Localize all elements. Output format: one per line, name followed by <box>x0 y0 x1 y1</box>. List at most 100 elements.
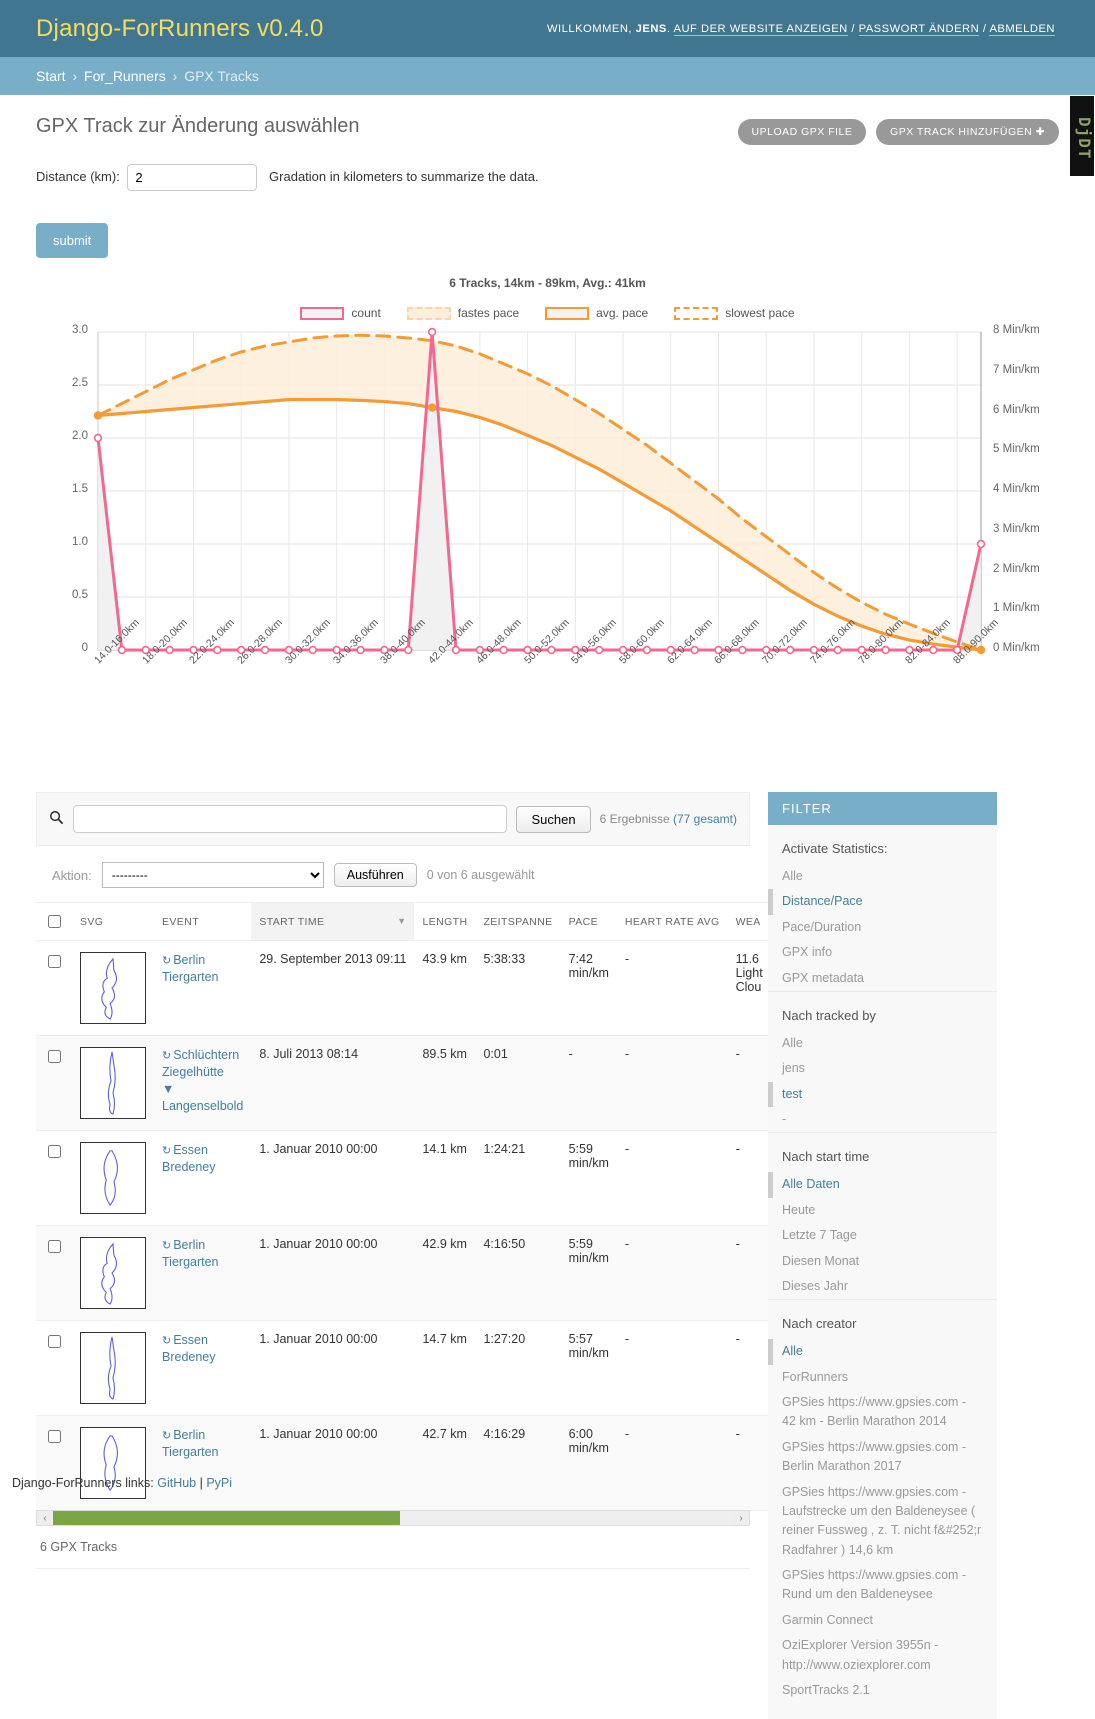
column-header-heart-rate-avg[interactable]: HEART RATE AVG <box>616 902 728 941</box>
filter-option[interactable]: test <box>768 1081 997 1107</box>
filter-option[interactable]: OziExplorer Version 3955n - http://www.o… <box>768 1633 997 1678</box>
table-row[interactable]: ↻ Schlüchtern Ziegelhütte ▼ Langenselbold 8.… <box>36 1035 771 1131</box>
filter-option[interactable]: Garmin Connect <box>768 1608 997 1633</box>
view-site-link[interactable]: AUF DER WEBSITE ANZEIGEN <box>673 22 848 36</box>
filter-option[interactable]: Distance/Pace <box>768 889 997 915</box>
breadcrumb-app[interactable]: For_Runners <box>84 68 166 84</box>
filter-option[interactable]: Alle Daten <box>768 1172 997 1198</box>
filter-option-link[interactable]: GPX metadata <box>782 969 983 988</box>
filter-option[interactable]: GPSies https://www.gpsies.com - Rund um … <box>768 1563 997 1608</box>
row-checkbox[interactable] <box>48 1145 61 1158</box>
select-all-checkbox[interactable] <box>48 915 61 928</box>
filter-option[interactable]: GPSies https://www.gpsies.com - 42 km - … <box>768 1390 997 1435</box>
search-input[interactable] <box>73 805 508 833</box>
github-link[interactable]: GitHub <box>157 1476 196 1490</box>
scroll-right-icon[interactable]: › <box>733 1513 749 1524</box>
legend-item-fastes-pace[interactable]: fastes pace <box>406 306 519 320</box>
filter-option[interactable]: SportTracks 2.1 <box>768 1678 997 1703</box>
event-link-suffix[interactable]: Langenselbold <box>162 1099 243 1113</box>
refresh-icon[interactable]: ↻ <box>162 1240 171 1252</box>
filter-option-link[interactable]: Diesen Monat <box>782 1252 983 1271</box>
change-password-link[interactable]: PASSWORT ÄNDERN <box>858 22 980 36</box>
row-checkbox[interactable] <box>48 1335 61 1348</box>
legend-item-count[interactable]: count <box>300 306 381 320</box>
filter-option[interactable]: GPSies https://www.gpsies.com - Laufstre… <box>768 1480 997 1564</box>
table-row[interactable]: ↻ Essen Bredeney 1. Januar 2010 00:00 14.1 … <box>36 1130 771 1226</box>
filter-option-link[interactable]: test <box>782 1085 983 1104</box>
column-header-zeitspanne[interactable]: ZEITSPANNE <box>475 902 561 941</box>
column-header-svg[interactable]: SVG <box>72 902 154 941</box>
breadcrumb-home[interactable]: Start <box>36 68 66 84</box>
refresh-icon[interactable]: ↻ <box>162 955 171 967</box>
filter-option[interactable]: GPSies https://www.gpsies.com - Berlin M… <box>768 1435 997 1480</box>
scroll-left-icon[interactable]: ‹ <box>37 1513 53 1524</box>
filter-option-link[interactable]: GPSies https://www.gpsies.com - Rund um … <box>782 1566 983 1605</box>
column-header-start-time[interactable]: START TIME ▼ <box>251 902 415 941</box>
scrollbar-track[interactable] <box>53 1511 733 1525</box>
filter-option[interactable]: ForRunners <box>768 1365 997 1390</box>
filter-option-link[interactable]: jens <box>782 1059 983 1078</box>
row-checkbox[interactable] <box>48 1050 61 1063</box>
table-row[interactable]: ↻ Berlin Tiergarten 29. September 2013 09:… <box>36 940 771 1036</box>
filter-option[interactable]: Alle <box>768 1339 997 1365</box>
filter-option-link[interactable]: - <box>782 1110 983 1129</box>
filter-option-link[interactable]: Distance/Pace <box>782 892 983 911</box>
filter-option[interactable]: Dieses Jahr <box>768 1274 997 1299</box>
sort-arrow-icon[interactable]: ▼ <box>397 916 406 926</box>
filter-option-link[interactable]: ForRunners <box>782 1368 983 1387</box>
filter-option-link[interactable]: Garmin Connect <box>782 1611 983 1630</box>
scrollbar-thumb[interactable] <box>53 1511 400 1525</box>
column-header-pace[interactable]: PACE <box>560 902 617 941</box>
filter-option-link[interactable]: SportTracks 2.1 <box>782 1681 983 1700</box>
run-action-button[interactable]: Ausführen <box>333 863 417 887</box>
table-row[interactable]: ↻ Essen Bredeney 1. Januar 2010 00:00 14.7 … <box>36 1320 771 1416</box>
filter-option-link[interactable]: Alle <box>782 867 983 886</box>
filter-option-link[interactable]: Pace/Duration <box>782 918 983 937</box>
filter-option[interactable]: Diesen Monat <box>768 1249 997 1274</box>
row-checkbox[interactable] <box>48 955 61 968</box>
filter-option[interactable]: Alle <box>768 1031 997 1056</box>
column-header-event[interactable]: EVENT <box>154 902 252 941</box>
table-row[interactable]: ↻ Berlin Tiergarten 1. Januar 2010 00:00 42… <box>36 1225 771 1321</box>
filter-option-link[interactable]: Heute <box>782 1201 983 1220</box>
filter-option-link[interactable]: OziExplorer Version 3955n - http://www.o… <box>782 1636 983 1675</box>
add-gpx-track-button[interactable]: GPX TRACK HINZUFÜGEN ✚ <box>876 119 1059 145</box>
filter-option-link[interactable]: Alle <box>782 1342 983 1361</box>
filter-option-link[interactable]: Dieses Jahr <box>782 1277 983 1296</box>
horizontal-scrollbar[interactable]: ‹ › <box>36 1510 750 1526</box>
column-header-wea[interactable]: WEA <box>727 902 771 941</box>
legend-item-avg-pace[interactable]: avg. pace <box>545 306 648 320</box>
filter-option[interactable]: Letzte 7 Tage <box>768 1223 997 1248</box>
column-header-length[interactable]: LENGTH <box>414 902 476 941</box>
search-button[interactable]: Suchen <box>516 805 591 833</box>
event-link[interactable]: Schlüchtern Ziegelhütte <box>162 1048 239 1079</box>
legend-item-slowest-pace[interactable]: slowest pace <box>674 306 795 320</box>
filter-option-link[interactable]: GPSies https://www.gpsies.com - Laufstre… <box>782 1483 983 1561</box>
filter-option[interactable]: Heute <box>768 1198 997 1223</box>
action-select[interactable]: --------- <box>101 862 324 888</box>
row-checkbox[interactable] <box>48 1430 61 1443</box>
row-checkbox[interactable] <box>48 1240 61 1253</box>
logout-link[interactable]: ABMELDEN <box>989 22 1055 36</box>
submit-button[interactable]: submit <box>36 223 109 258</box>
upload-gpx-file-button[interactable]: UPLOAD GPX FILE <box>737 119 867 145</box>
filter-option[interactable]: Alle <box>768 864 997 889</box>
filter-option-link[interactable]: Letzte 7 Tage <box>782 1226 983 1245</box>
filter-option[interactable]: - <box>768 1107 997 1132</box>
filter-option[interactable]: GPX metadata <box>768 966 997 991</box>
filter-option-link[interactable]: Alle <box>782 1034 983 1053</box>
table-row[interactable]: ↻ Berlin Tiergarten 1. Januar 2010 00:00 42… <box>36 1415 771 1511</box>
filter-option[interactable]: jens <box>768 1056 997 1081</box>
pypi-link[interactable]: PyPi <box>206 1476 232 1490</box>
refresh-icon[interactable]: ↻ <box>162 1145 171 1157</box>
refresh-icon[interactable]: ↻ <box>162 1050 171 1062</box>
refresh-icon[interactable]: ↻ <box>162 1430 171 1442</box>
filter-option[interactable]: GPX info <box>768 940 997 965</box>
filter-option[interactable]: Pace/Duration <box>768 915 997 940</box>
distance-input[interactable] <box>127 164 258 191</box>
filter-option-link[interactable]: GPSies https://www.gpsies.com - 42 km - … <box>782 1393 983 1432</box>
refresh-icon[interactable]: ↻ <box>162 1335 171 1347</box>
filter-option-link[interactable]: GPX info <box>782 943 983 962</box>
total-results-link[interactable]: (77 gesamt) <box>673 812 737 826</box>
filter-option-link[interactable]: GPSies https://www.gpsies.com - Berlin M… <box>782 1438 983 1477</box>
